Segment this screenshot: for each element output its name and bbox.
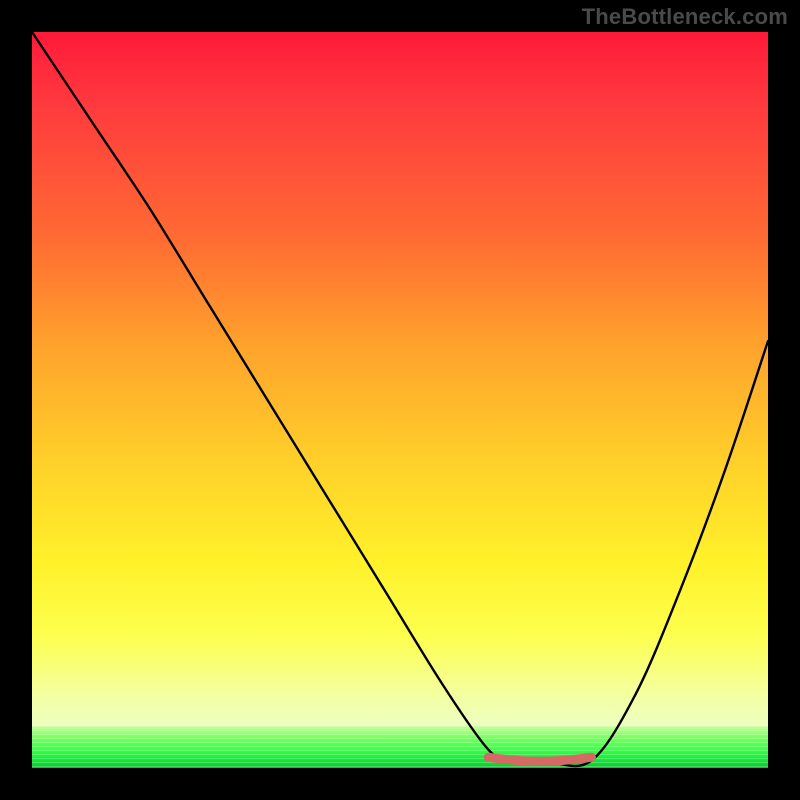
chart-svg <box>32 32 768 768</box>
chart-frame: TheBottleneck.com <box>0 0 800 800</box>
watermark-text: TheBottleneck.com <box>582 4 788 30</box>
plot-area <box>32 32 768 768</box>
optimal-range-marker <box>488 757 591 761</box>
bottleneck-curve-path <box>32 32 768 766</box>
